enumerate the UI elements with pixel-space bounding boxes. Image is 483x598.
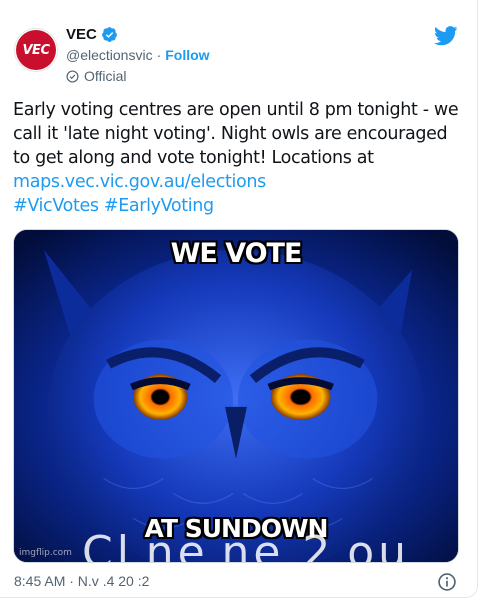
twitter-bird-icon[interactable] <box>434 26 458 46</box>
vec-logo: VEC <box>16 30 56 70</box>
tweet-body: Early voting centres are open until 8 pm… <box>13 100 459 168</box>
tweet-text: Early voting centres are open until 8 pm… <box>13 98 465 218</box>
author-name[interactable]: VEC <box>66 26 97 43</box>
author-handle[interactable]: @electionsvic <box>66 47 153 63</box>
meme-top-caption: WE VOTE <box>170 238 303 269</box>
hashtag-vicvotes[interactable]: #VicVotes <box>13 196 99 216</box>
author-name-row: VEC <box>66 24 210 44</box>
official-label: Official <box>84 68 127 84</box>
verified-badge-icon <box>101 26 117 42</box>
tweet-media-image[interactable]: WE VOTE AT SUNDOWN imgflip.com Cl ne ne … <box>13 229 459 563</box>
locations-link[interactable]: maps.vec.vic.gov.au/elections <box>13 172 266 192</box>
overlay-ghost-text: Cl ne ne 2 ou <box>82 527 411 563</box>
info-icon[interactable] <box>437 572 457 592</box>
tweet-header: VEC @electionsvic · Follow Official <box>66 24 210 86</box>
avatar[interactable]: VEC <box>14 28 58 72</box>
image-watermark: imgflip.com <box>19 548 72 558</box>
tweet-timestamp[interactable]: 8:45 AM · N.v .4 20 :2 <box>14 573 149 589</box>
author-handle-row: @electionsvic · Follow <box>66 45 210 65</box>
follow-button[interactable]: Follow <box>165 47 209 63</box>
tweet-card: VEC VEC @electionsvic · Follow Official … <box>0 0 478 598</box>
hashtag-earlyvoting[interactable]: #EarlyVoting <box>104 196 214 216</box>
separator-dot: · <box>156 47 162 63</box>
owl-illustration <box>14 230 458 562</box>
official-check-icon <box>66 69 79 83</box>
official-badge: Official <box>66 66 210 86</box>
